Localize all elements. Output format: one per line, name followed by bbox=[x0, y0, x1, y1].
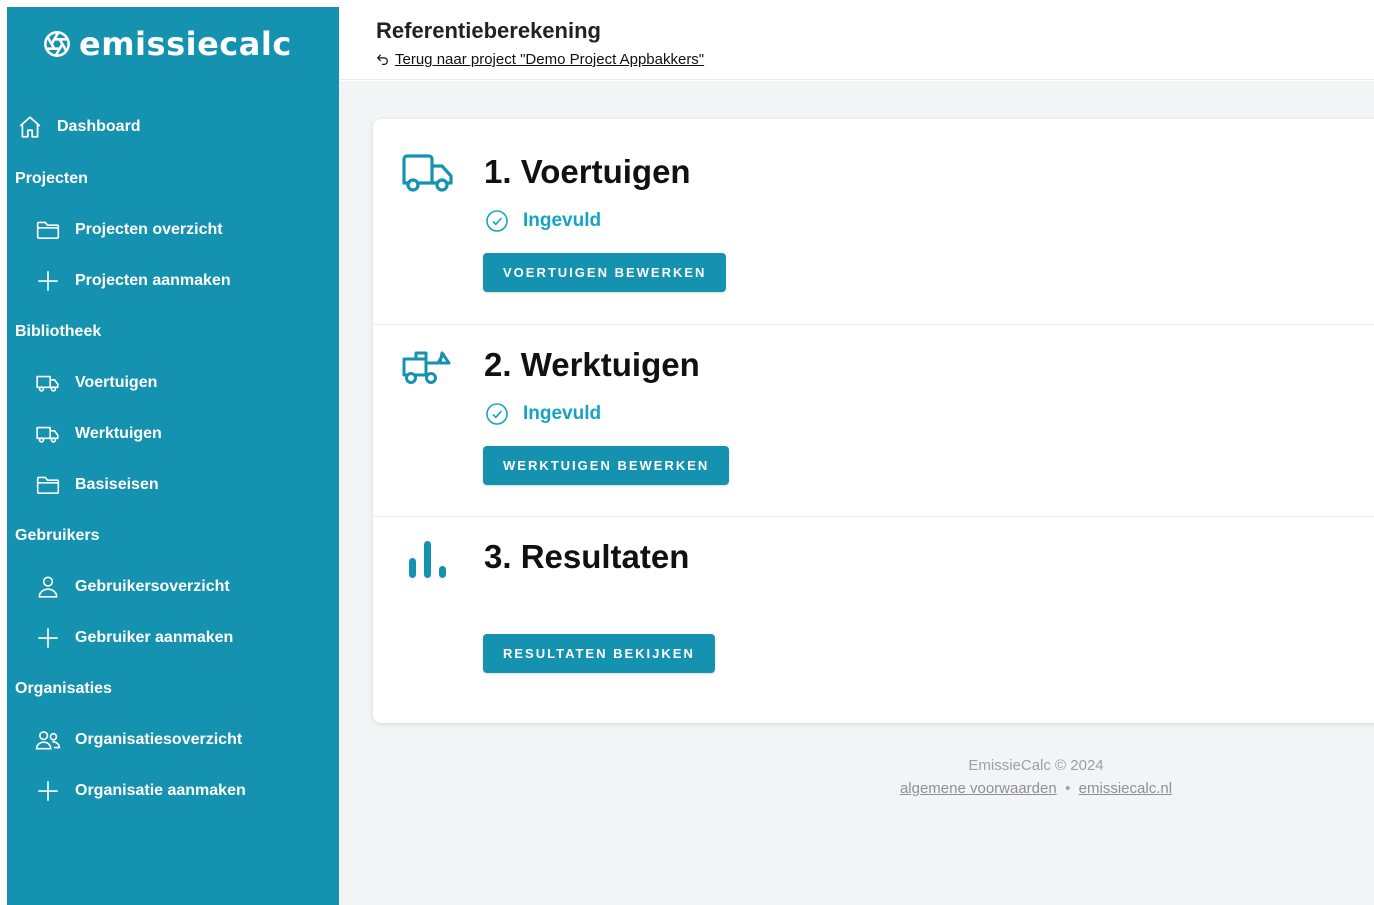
sidebar-item-label: Organisatie aanmaken bbox=[75, 782, 246, 799]
page-header: Referentieberekening Terug naar project … bbox=[339, 0, 1374, 80]
step-resultaten: 3. Resultaten RESULTATEN BEKIJKEN bbox=[373, 516, 1374, 723]
check-circle-icon bbox=[486, 403, 508, 425]
status-badge: Ingevuld bbox=[485, 402, 601, 426]
plus-icon bbox=[38, 781, 58, 801]
terms-link[interactable]: algemene voorwaarden bbox=[900, 780, 1057, 797]
section-projecten: Projecten bbox=[15, 170, 88, 187]
aperture-icon bbox=[44, 31, 70, 57]
truck-icon bbox=[36, 375, 59, 392]
sidebar-item-projecten-overzicht[interactable]: Projecten overzicht bbox=[35, 217, 223, 243]
sidebar-item-label: Werktuigen bbox=[75, 425, 162, 442]
status-badge: Ingevuld bbox=[485, 209, 601, 233]
main-content: 1. Voertuigen Ingevuld VOERTUIGEN BEWERK… bbox=[339, 81, 1374, 905]
excavator-icon bbox=[402, 351, 451, 384]
sidebar-item-label: Gebruiker aanmaken bbox=[75, 629, 234, 646]
sidebar: emissiecalc Dashboard Projecten Projecte… bbox=[7, 7, 339, 905]
section-bibliotheek: Bibliotheek bbox=[15, 323, 102, 340]
sidebar-item-label: Dashboard bbox=[57, 118, 141, 135]
sidebar-item-label: Basiseisen bbox=[75, 476, 159, 493]
folder-icon bbox=[36, 476, 60, 494]
edit-werktuigen-button[interactable]: WERKTUIGEN BEWERKEN bbox=[483, 446, 730, 485]
sidebar-item-dashboard[interactable]: Dashboard bbox=[17, 114, 141, 140]
step-title: 2. Werktuigen bbox=[484, 346, 700, 383]
section-gebruikers: Gebruikers bbox=[15, 527, 100, 544]
section-organisaties: Organisaties bbox=[15, 680, 112, 697]
users-icon bbox=[35, 731, 61, 750]
footer: EmissieCalc © 2024 algemene voorwaarden … bbox=[339, 757, 1374, 797]
website-link[interactable]: emissiecalc.nl bbox=[1079, 780, 1172, 797]
back-to-project-link[interactable]: Terug naar project "Demo Project Appbakk… bbox=[376, 51, 704, 68]
sidebar-item-label: Gebruikersoverzicht bbox=[75, 578, 230, 595]
edit-voertuigen-button[interactable]: VOERTUIGEN BEWERKEN bbox=[483, 253, 727, 292]
sidebar-item-label: Projecten aanmaken bbox=[75, 272, 231, 289]
view-resultaten-button[interactable]: RESULTATEN BEKIJKEN bbox=[483, 634, 715, 673]
steps-card: 1. Voertuigen Ingevuld VOERTUIGEN BEWERK… bbox=[373, 119, 1374, 723]
sidebar-item-label: Organisatiesoverzicht bbox=[75, 731, 243, 748]
sidebar-item-werktuigen[interactable]: Werktuigen bbox=[35, 421, 162, 447]
sidebar-item-organisatiesoverzicht[interactable]: Organisatiesoverzicht bbox=[35, 727, 242, 753]
status-label: Ingevuld bbox=[523, 403, 602, 424]
bar-chart-icon bbox=[409, 541, 446, 578]
copyright: EmissieCalc © 2024 bbox=[968, 757, 1104, 774]
step-title: 1. Voertuigen bbox=[484, 153, 691, 190]
sidebar-item-basiseisen[interactable]: Basiseisen bbox=[35, 472, 159, 498]
status-label: Ingevuld bbox=[523, 210, 602, 231]
page-title: Referentieberekening bbox=[376, 18, 601, 43]
check-circle-icon bbox=[486, 210, 508, 232]
step-werktuigen: 2. Werktuigen Ingevuld WERKTUIGEN BEWERK… bbox=[373, 324, 1374, 516]
back-link-label: Terug naar project "Demo Project Appbakk… bbox=[395, 51, 705, 68]
sidebar-item-gebruiker-aanmaken[interactable]: Gebruiker aanmaken bbox=[35, 625, 233, 651]
brand-logo[interactable]: emissiecalc bbox=[43, 25, 292, 63]
step-title: 3. Resultaten bbox=[484, 538, 690, 575]
sidebar-item-gebruikersoverzicht[interactable]: Gebruikersoverzicht bbox=[35, 574, 230, 600]
sidebar-item-label: Voertuigen bbox=[75, 374, 158, 391]
folder-icon bbox=[36, 221, 60, 239]
step-voertuigen: 1. Voertuigen Ingevuld VOERTUIGEN BEWERK… bbox=[373, 119, 1374, 324]
sidebar-item-voertuigen[interactable]: Voertuigen bbox=[35, 370, 157, 396]
truck-icon bbox=[36, 426, 59, 443]
user-icon bbox=[38, 576, 58, 598]
plus-icon bbox=[38, 628, 58, 648]
plus-icon bbox=[38, 271, 58, 291]
sidebar-item-organisatie-aanmaken[interactable]: Organisatie aanmaken bbox=[35, 778, 246, 804]
footer-separator: • bbox=[1065, 780, 1071, 797]
sidebar-item-label: Projecten overzicht bbox=[75, 221, 223, 238]
home-icon bbox=[19, 116, 41, 138]
return-arrow-icon bbox=[377, 54, 388, 65]
brand-name: emissiecalc bbox=[79, 25, 292, 63]
sidebar-item-projecten-aanmaken[interactable]: Projecten aanmaken bbox=[35, 268, 231, 294]
truck-icon bbox=[402, 154, 453, 192]
